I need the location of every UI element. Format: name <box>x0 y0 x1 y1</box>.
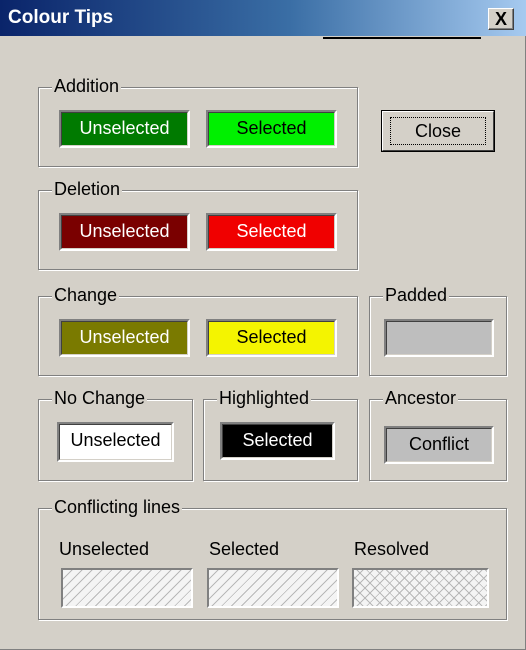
ancestor-conflict-swatch: Conflict <box>384 426 494 464</box>
conflicting-lines-group: Conflicting lines Unselected Selected Re… <box>38 496 507 620</box>
deletion-unselected-swatch: Unselected <box>59 213 190 251</box>
padded-swatch <box>384 319 494 357</box>
window-title: Colour Tips <box>8 7 114 28</box>
no-change-group-title: No Change <box>52 387 148 409</box>
deletion-selected-swatch: Selected <box>206 213 337 251</box>
title-bar[interactable]: Colour Tips X <box>0 0 526 36</box>
ancestor-group: Ancestor Conflict <box>369 387 507 481</box>
ancestor-group-title: Ancestor <box>383 387 459 409</box>
addition-selected-swatch: Selected <box>206 110 337 148</box>
close-icon[interactable]: X <box>488 8 514 30</box>
addition-group-title: Addition <box>52 75 122 97</box>
highlighted-selected-swatch: Selected <box>220 422 335 460</box>
change-selected-swatch: Selected <box>206 319 337 357</box>
conflicting-resolved-swatch <box>352 568 489 608</box>
conflicting-selected-swatch <box>207 568 339 608</box>
title-underline <box>323 37 481 39</box>
close-button[interactable]: Close <box>381 110 495 152</box>
deletion-group-title: Deletion <box>52 178 123 200</box>
change-group: Change Unselected Selected <box>38 284 358 376</box>
padded-group: Padded <box>369 284 507 376</box>
close-button-label: Close <box>390 117 486 145</box>
conflicting-unselected-label: Unselected <box>59 539 150 559</box>
addition-group: Addition Unselected Selected <box>38 75 358 167</box>
highlighted-group: Highlighted Selected <box>203 387 358 481</box>
conflicting-resolved-label: Resolved <box>354 539 430 559</box>
no-change-unselected-swatch: Unselected <box>57 422 174 462</box>
deletion-group: Deletion Unselected Selected <box>38 178 358 270</box>
conflicting-lines-group-title: Conflicting lines <box>52 496 183 518</box>
colour-tips-dialog: Colour Tips X Addition Unselected Select… <box>0 0 526 650</box>
highlighted-group-title: Highlighted <box>217 387 312 409</box>
conflicting-selected-label: Selected <box>209 539 280 559</box>
conflicting-unselected-swatch <box>61 568 193 608</box>
change-group-title: Change <box>52 284 120 306</box>
padded-group-title: Padded <box>383 284 450 306</box>
addition-unselected-swatch: Unselected <box>59 110 190 148</box>
change-unselected-swatch: Unselected <box>59 319 190 357</box>
no-change-group: No Change Unselected <box>38 387 193 481</box>
